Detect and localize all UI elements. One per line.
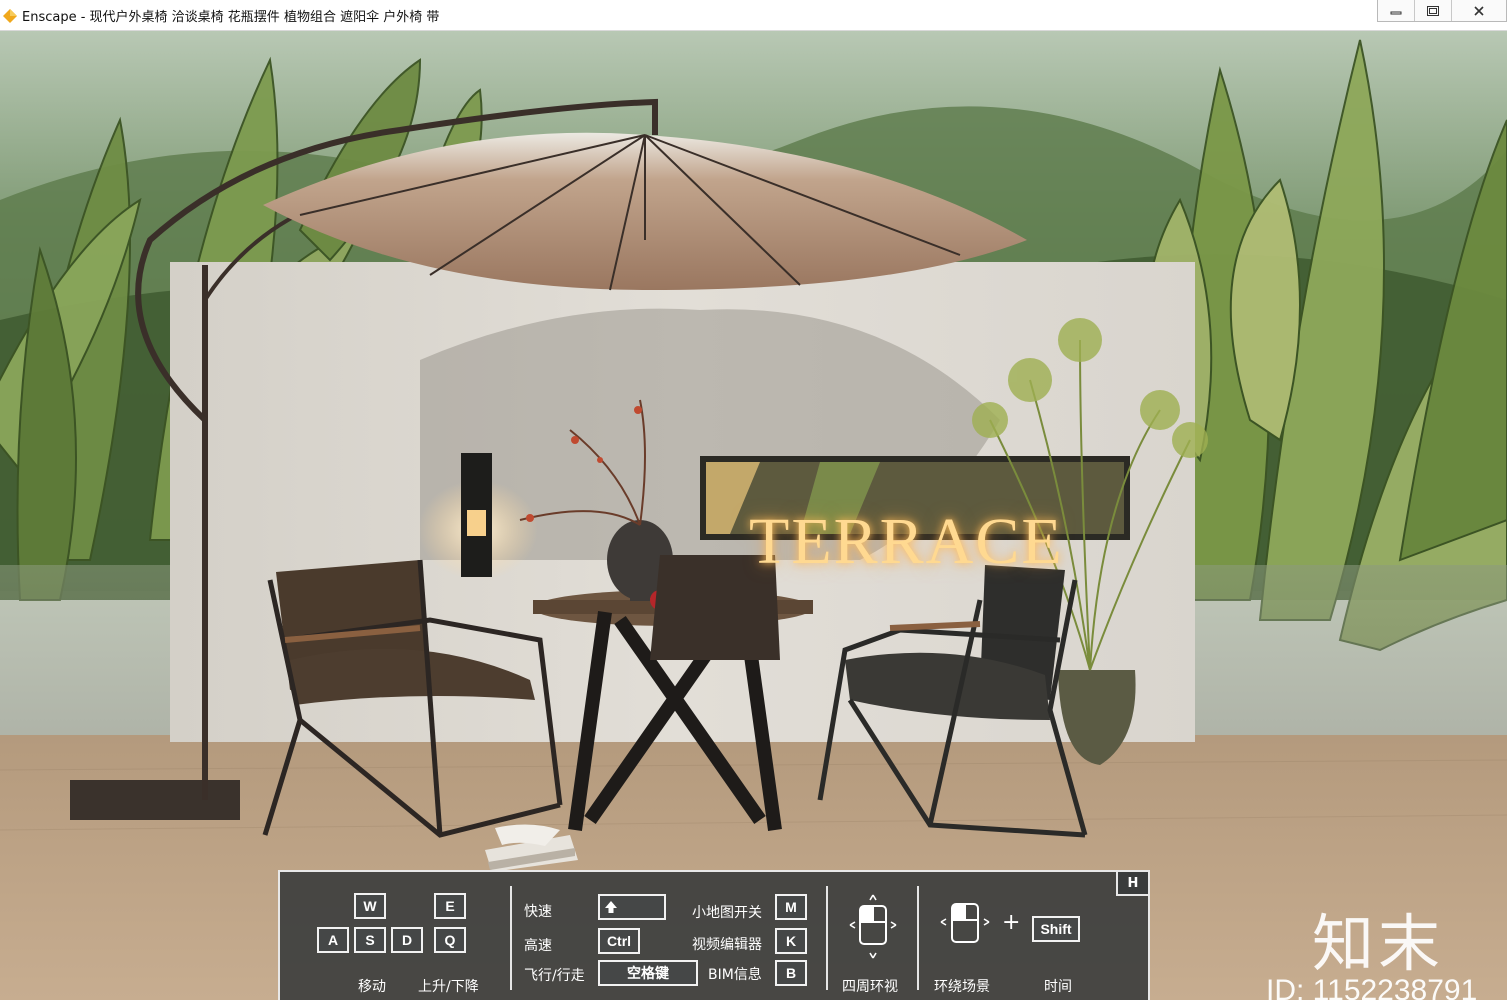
key-m: M [775, 894, 807, 920]
key-space: 空格键 [598, 960, 698, 986]
look-around-label: 四周环视 [842, 979, 898, 995]
bim-label: BIM信息 [708, 967, 762, 983]
close-icon [1474, 5, 1484, 16]
key-b: B [775, 960, 807, 986]
restore-icon [1427, 5, 1439, 16]
key-s: S [354, 927, 386, 953]
mouse-right-drag-icon [940, 903, 990, 943]
close-button[interactable] [1452, 0, 1506, 21]
key-d: D [391, 927, 423, 953]
help-toggle-key[interactable]: H [1116, 870, 1150, 896]
move-label: 移动 [358, 979, 386, 995]
separator [510, 886, 512, 990]
mouse-left-drag-icon [849, 894, 897, 959]
shift-arrow-icon [605, 901, 617, 913]
video-editor-label: 视频编辑器 [692, 937, 762, 953]
minimize-button[interactable] [1378, 0, 1415, 21]
fly-walk-label: 飞行/行走 [524, 968, 585, 984]
enscape-logo-icon [3, 9, 17, 23]
watermark-logo: 知末 [1312, 907, 1445, 980]
key-shift-arrow [598, 894, 666, 920]
separator [917, 886, 919, 990]
key-ctrl: Ctrl [598, 928, 640, 954]
key-k: K [775, 928, 807, 954]
fast-label: 快速 [524, 904, 552, 920]
minimap-label: 小地图开关 [692, 905, 762, 921]
window-title: Enscape - 现代户外桌椅 洽谈桌椅 花瓶摆件 植物组合 遮阳伞 户外椅 … [22, 10, 440, 25]
faster-label: 高速 [524, 938, 552, 954]
key-q: Q [434, 927, 466, 953]
watermark-id: ID: 1152238791 [1266, 974, 1478, 1000]
minimize-icon [1390, 11, 1402, 14]
orbit-label: 环绕场景 [934, 979, 990, 995]
key-w: W [354, 893, 386, 919]
navigation-help-panel: H W E A S D Q 移动 上升/下降 快速 高速 飞行/行走 Ctrl … [278, 870, 1150, 1000]
time-label: 时间 [1044, 979, 1072, 995]
key-e: E [434, 893, 466, 919]
key-shift: Shift [1032, 916, 1080, 942]
restore-button[interactable] [1415, 0, 1452, 21]
window-titlebar: Enscape - 现代户外桌椅 洽谈桌椅 花瓶摆件 植物组合 遮阳伞 户外椅 … [0, 0, 1507, 31]
separator [826, 886, 828, 990]
terrace-sign: TERRACE [749, 505, 1064, 578]
render-viewport[interactable]: TERRACE 知末 ID: 1152238791 H W E A S D Q … [0, 31, 1507, 1000]
plus-sign: + [1002, 910, 1021, 935]
updown-label: 上升/下降 [418, 979, 479, 995]
window-controls [1377, 0, 1507, 22]
key-a: A [317, 927, 349, 953]
